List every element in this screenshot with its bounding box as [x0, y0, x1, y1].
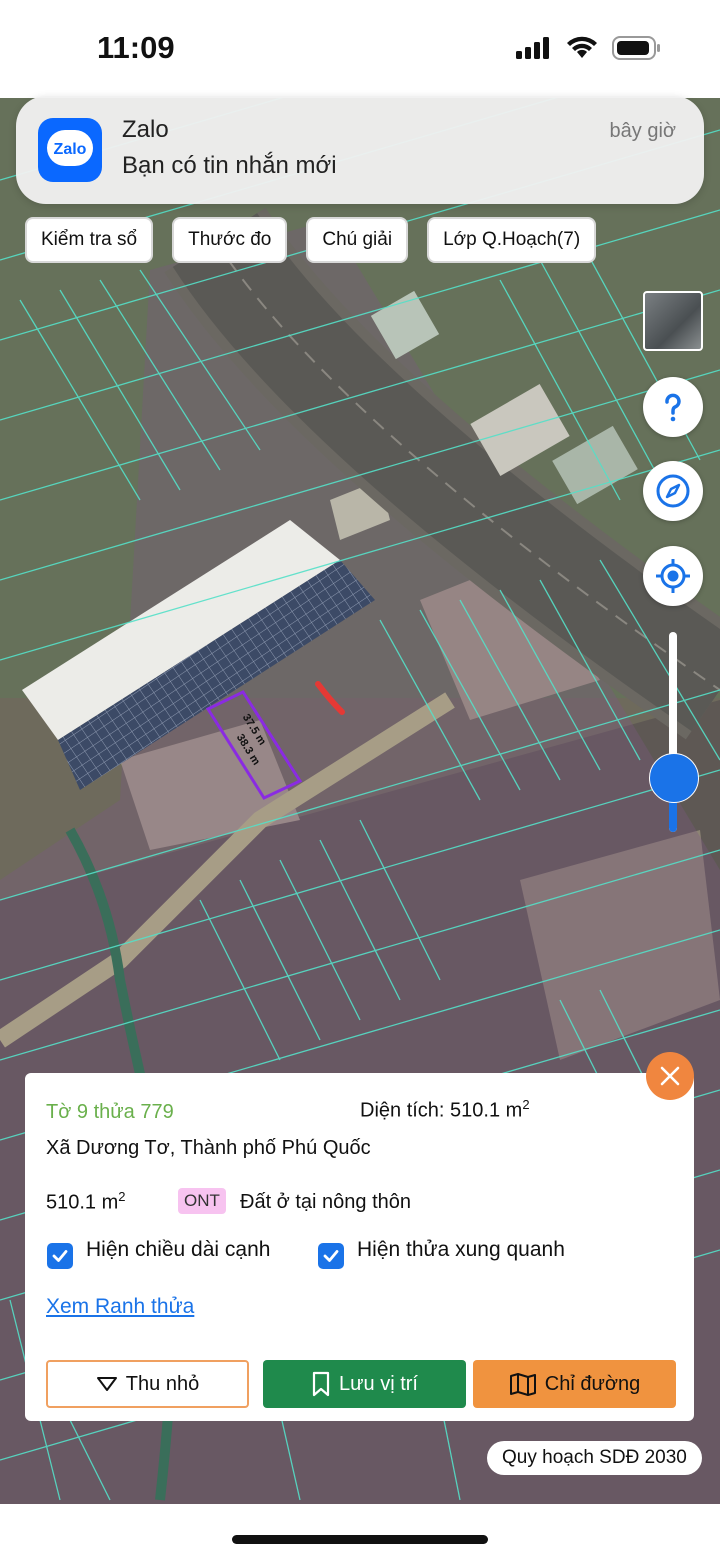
notification-app-name: Zalo [122, 116, 169, 143]
land-type: Đất ở tại nông thôn [240, 1191, 412, 1213]
notification-message: Bạn có tin nhắn mới [122, 152, 337, 179]
home-indicator[interactable] [232, 1535, 488, 1544]
triangle-down-icon [96, 1377, 117, 1391]
parcel-size: 510.1 m2 [46, 1189, 126, 1214]
show-neighbors-checkbox[interactable] [318, 1243, 344, 1269]
chip-legend[interactable]: Chú giải [306, 217, 409, 263]
directions-button[interactable]: Chỉ đường [473, 1360, 676, 1408]
check-icon [52, 1250, 68, 1262]
collapse-button[interactable]: Thu nhỏ [46, 1360, 249, 1408]
parcel-info-panel: Tờ 9 thửa 779 Diện tích: 510.1 m2 Xã Dươ… [25, 1073, 694, 1421]
close-button[interactable] [646, 1052, 694, 1100]
view-boundary-link[interactable]: Xem Ranh thửa [46, 1295, 194, 1319]
compass-icon [656, 474, 690, 508]
check-icon [323, 1250, 339, 1262]
wifi-icon [567, 36, 597, 58]
signal-icon [516, 37, 549, 59]
notification-banner[interactable]: Zalo Zalo bây giờ Bạn có tin nhắn mới [16, 96, 704, 204]
parcel-area-label: Diện tích: 510.1 m2 [360, 1097, 530, 1122]
notification-time: bây giờ [609, 120, 676, 142]
battery-icon [612, 36, 660, 60]
help-button[interactable] [643, 377, 703, 437]
locate-button[interactable] [643, 546, 703, 606]
show-edges-checkbox[interactable] [47, 1243, 73, 1269]
chip-planning-layers[interactable]: Lớp Q.Hoạch(7) [427, 217, 597, 263]
clock: 11:09 [97, 30, 175, 65]
planning-label[interactable]: Quy hoạch SDĐ 2030 [487, 1441, 702, 1475]
land-code-badge: ONT [178, 1188, 226, 1214]
compass-button[interactable] [643, 461, 703, 521]
zoom-slider-thumb[interactable] [649, 753, 699, 803]
status-bar: 11:09 [0, 0, 720, 98]
map-toolbar: Kiểm tra sổ Thước đo Chú giải Lớp Q.Hoạc… [25, 217, 597, 263]
show-neighbors-label[interactable]: Hiện thửa xung quanh [357, 1238, 565, 1262]
chip-ruler[interactable]: Thước đo [172, 217, 288, 263]
map-icon [509, 1373, 536, 1396]
save-location-button[interactable]: Lưu vị trí [263, 1360, 466, 1408]
locate-icon [656, 559, 690, 593]
bookmark-icon [312, 1371, 330, 1397]
chip-check-certificate[interactable]: Kiểm tra sổ [25, 217, 154, 263]
zalo-logo-icon: Zalo [38, 118, 102, 182]
help-icon [665, 393, 681, 422]
close-icon [660, 1066, 680, 1086]
layer-thumbnail-button[interactable] [643, 291, 703, 351]
show-edges-label[interactable]: Hiện chiều dài cạnh [86, 1238, 270, 1262]
parcel-id: Tờ 9 thửa 779 [46, 1101, 174, 1123]
status-icons [516, 36, 662, 60]
parcel-address: Xã Dương Tơ, Thành phố Phú Quốc [46, 1137, 371, 1159]
